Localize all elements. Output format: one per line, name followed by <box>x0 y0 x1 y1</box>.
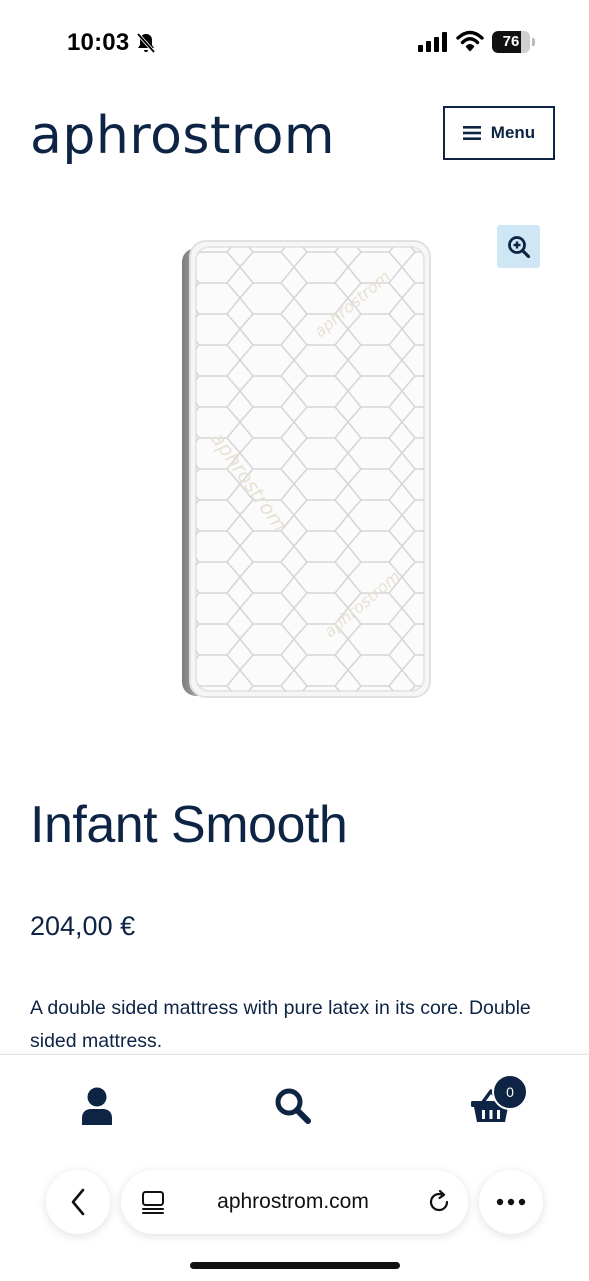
more-options-button[interactable] <box>479 1170 543 1234</box>
status-bar: 10:03 76 <box>0 0 589 86</box>
product-description: A double sided mattress with pure latex … <box>30 997 531 1052</box>
status-time: 10:03 <box>67 29 130 56</box>
product-price: 204,00 € <box>30 911 136 941</box>
site-logo[interactable]: aphrostrom <box>30 104 335 168</box>
search-icon <box>275 1088 311 1124</box>
wifi-icon <box>456 30 484 52</box>
menu-button[interactable]: Menu <box>443 106 555 160</box>
battery-percent: 76 <box>502 33 520 50</box>
bell-slash-icon <box>136 32 156 54</box>
user-icon <box>82 1087 112 1125</box>
product-title: Infant Smooth <box>30 796 348 854</box>
menu-label: Menu <box>490 123 536 142</box>
url-text[interactable]: aphrostrom.com <box>193 1189 393 1215</box>
address-bar[interactable]: aphrostrom.com <box>121 1170 468 1234</box>
more-icon <box>496 1198 526 1206</box>
tabs-icon[interactable] <box>141 1190 165 1214</box>
reload-icon[interactable] <box>427 1190 451 1214</box>
account-button[interactable] <box>76 1085 118 1127</box>
cart-count-badge: 0 <box>492 1074 528 1110</box>
search-button[interactable] <box>272 1085 314 1127</box>
browser-back-button[interactable] <box>46 1170 110 1234</box>
hamburger-icon <box>462 126 481 140</box>
signal-icon <box>418 32 447 52</box>
battery-indicator: 76 <box>492 31 536 53</box>
zoom-in-icon <box>507 235 530 258</box>
chevron-left-icon <box>71 1188 85 1216</box>
product-image-mattress[interactable]: aphrostrom aphrostrom aphrostrom <box>180 238 432 700</box>
home-indicator[interactable] <box>190 1262 400 1269</box>
zoom-button[interactable] <box>497 225 540 268</box>
